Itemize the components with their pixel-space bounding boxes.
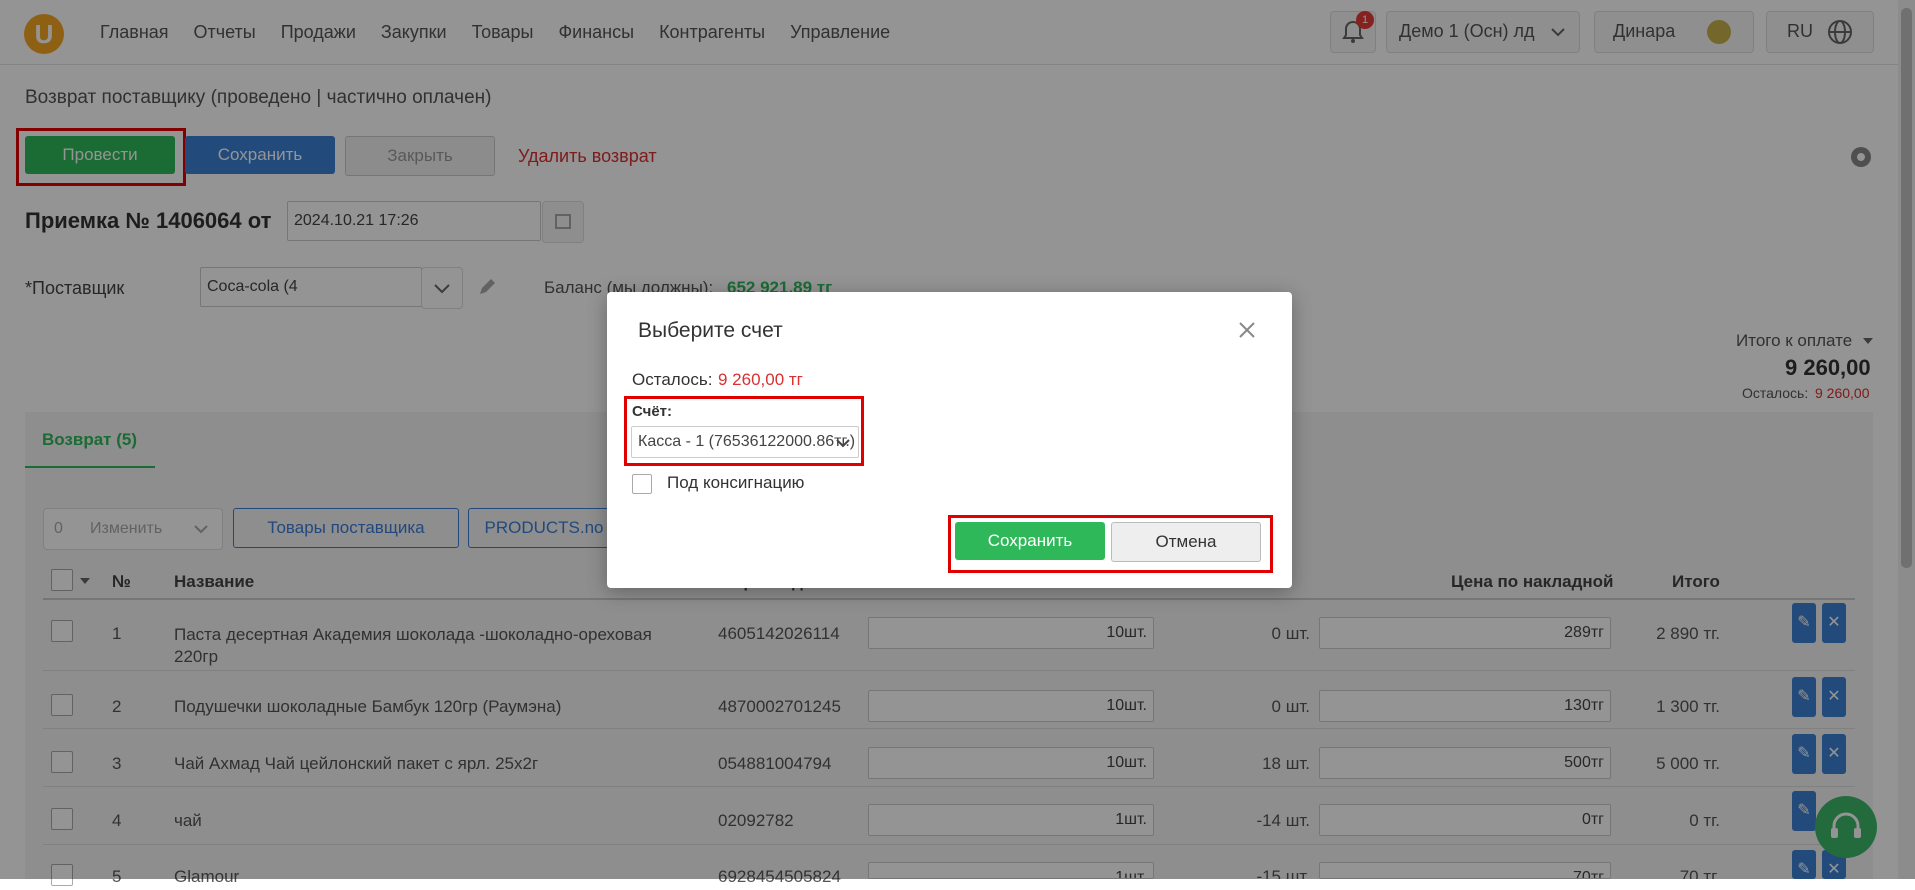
- select-account-modal: Выберите счет Осталось: 9 260,00 тг Счёт…: [607, 292, 1292, 588]
- chevron-down-icon: [836, 439, 850, 448]
- close-icon[interactable]: [1237, 320, 1257, 340]
- consignment-checkbox[interactable]: [632, 474, 652, 494]
- modal-remaining-label: Осталось:: [632, 370, 713, 389]
- account-value: Касса - 1 (76536122000.86тг.): [638, 433, 856, 450]
- modal-cancel-button[interactable]: Отмена: [1111, 522, 1261, 562]
- modal-save-button[interactable]: Сохранить: [955, 522, 1105, 560]
- account-select[interactable]: Касса - 1 (76536122000.86тг.): [631, 426, 859, 458]
- modal-title: Выберите счет: [638, 319, 783, 342]
- account-label: Счёт:: [632, 403, 673, 420]
- modal-remaining-value: 9 260,00 тг: [718, 370, 803, 389]
- consignment-label: Под консигнацию: [667, 473, 805, 492]
